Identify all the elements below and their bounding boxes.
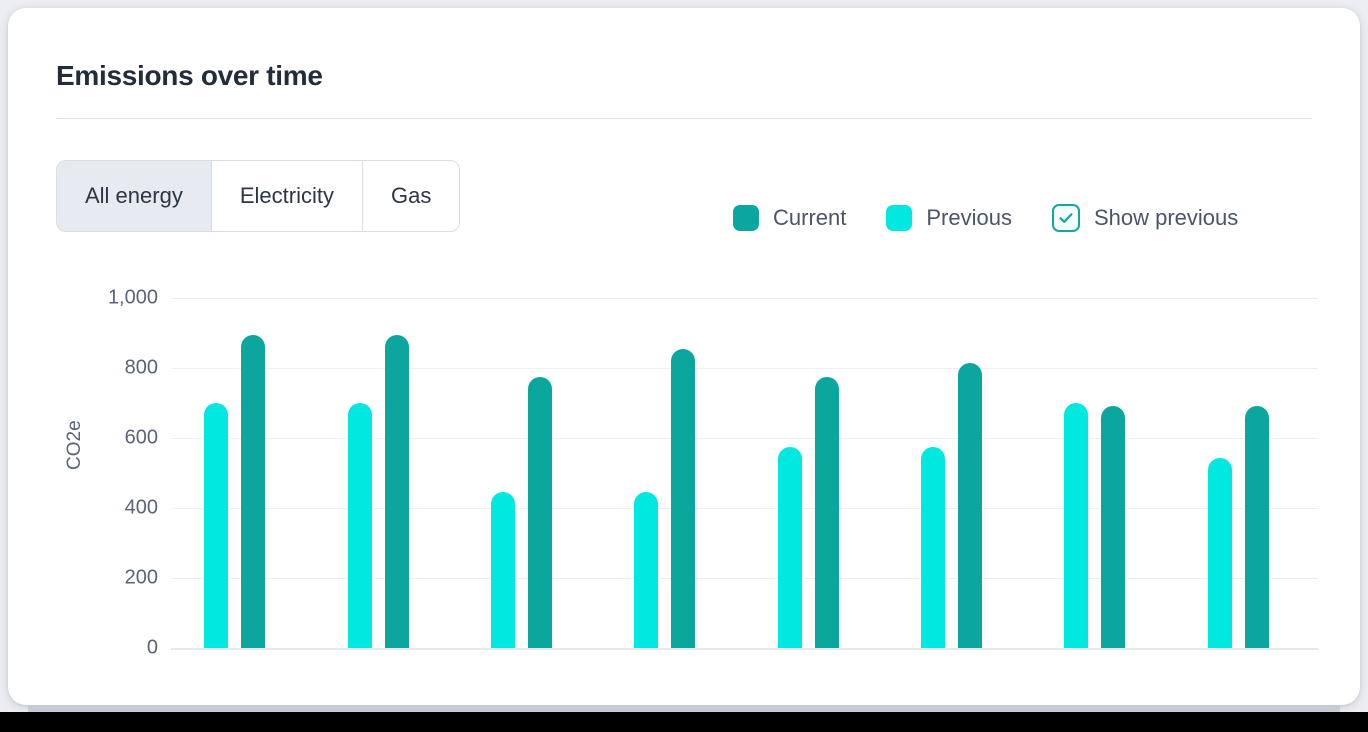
y-axis-tick-400: 400 [124,496,158,519]
energy-type-tab-group[interactable]: All energy Electricity Gas [56,160,461,232]
bar-previous-2[interactable] [347,403,372,648]
gridline-200 [171,578,1318,579]
legend-item-current: Current [733,205,846,231]
bar-current-1[interactable] [241,335,266,648]
bar-previous-5[interactable] [777,447,802,648]
bar-current-8[interactable] [1244,405,1269,648]
gridline-600 [171,438,1318,439]
show-previous-label: Show previous [1093,205,1239,230]
tab-gas[interactable]: Gas [362,161,460,231]
y-axis-tick-0: 0 [146,636,158,659]
bar-previous-3[interactable] [490,492,515,648]
gridline-800 [171,368,1318,369]
page-background: Emissions over time All energy Electricit… [0,0,1368,732]
y-axis-tick-1000: 1,000 [107,286,158,309]
tab-electricity[interactable]: Electricity [211,161,363,231]
bar-current-3[interactable] [527,377,552,648]
emissions-bar-chart: CO2e 0 200 400 600 800 1,000 [56,270,1318,670]
bar-previous-1[interactable] [204,403,229,648]
tab-all-energy[interactable]: All energy [57,161,212,231]
show-previous-toggle[interactable]: Show previous [1051,204,1239,232]
gridline-0 [171,648,1318,650]
emissions-card: Emissions over time All energy Electricit… [8,8,1360,705]
y-axis-tick-800: 800 [124,356,158,379]
bar-current-4[interactable] [671,349,696,648]
bar-previous-8[interactable] [1207,458,1232,648]
page-title: Emissions over time [56,60,323,91]
bar-previous-6[interactable] [921,447,946,648]
bar-current-6[interactable] [958,363,983,648]
y-axis-tick-600: 600 [124,426,158,449]
bar-previous-7[interactable] [1064,403,1089,648]
chart-plot-area: 0 200 400 600 800 1,000 [108,287,1318,659]
y-axis-tick-200: 200 [124,566,158,589]
bar-current-7[interactable] [1101,405,1126,648]
bar-previous-4[interactable] [634,492,659,648]
title-divider [56,118,1312,119]
checkbox-checked-icon[interactable] [1051,204,1080,232]
legend-label-previous: Previous [926,205,1012,230]
legend-item-previous: Previous [886,205,1012,231]
legend-swatch-previous [886,205,913,231]
chart-legend: Current Previous Show previous [733,196,1238,240]
legend-label-current: Current [773,205,847,230]
gridline-400 [171,508,1318,509]
bar-current-2[interactable] [384,334,409,648]
bottom-edge-band [0,712,1368,732]
legend-swatch-current [733,205,759,231]
gridline-1000 [171,298,1318,299]
bar-current-5[interactable] [814,377,839,648]
